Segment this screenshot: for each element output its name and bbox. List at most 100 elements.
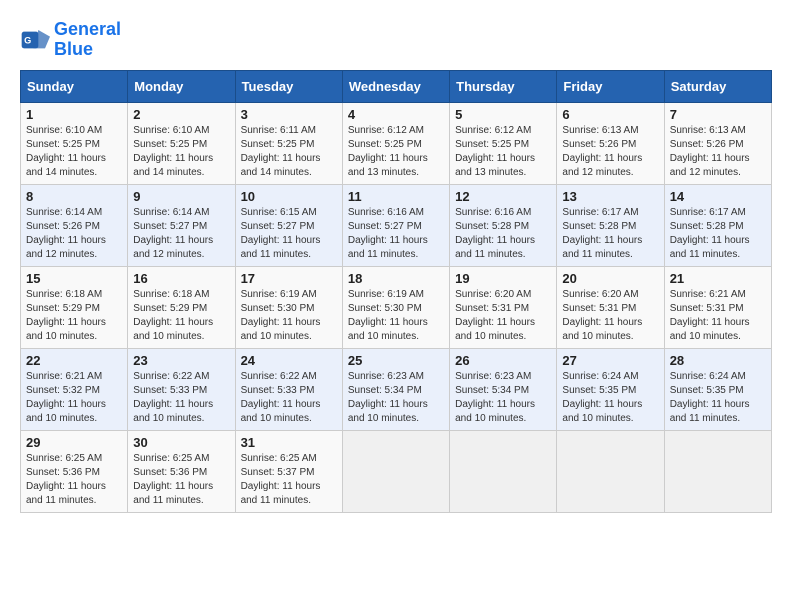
day-info: Sunrise: 6:25 AMSunset: 5:36 PMDaylight:… [133,452,229,508]
day-info: Sunrise: 6:17 AMSunset: 5:28 PMDaylight:… [562,206,658,262]
calendar-day-cell: 20Sunrise: 6:20 AMSunset: 5:31 PMDayligh… [557,266,664,348]
calendar-day-cell: 16 Sunrise: 6:18 AMSunset: 5:29 PMDayligh… [128,266,235,348]
calendar-day-cell [342,430,449,512]
day-number: 24 [241,353,337,368]
day-info: Sunrise: 6:25 AMSunset: 5:37 PMDaylight:… [241,452,337,508]
calendar-body: 1 Sunrise: 6:10 AMSunset: 5:25 PMDaylight… [21,102,772,512]
calendar-day-cell: 23Sunrise: 6:22 AMSunset: 5:33 PMDayligh… [128,348,235,430]
day-number: 27 [562,353,658,368]
day-info: Sunrise: 6:21 AMSunset: 5:32 PMDaylight:… [26,370,122,426]
calendar-week-row: 15 Sunrise: 6:18 AMSunset: 5:29 PMDayligh… [21,266,772,348]
page-header: G GeneralBlue [20,20,772,60]
calendar-day-cell: 26 Sunrise: 6:23 AMSunset: 5:34 PMDayligh… [450,348,557,430]
day-info: Sunrise: 6:14 AMSunset: 5:26 PMDaylight:… [26,206,122,262]
calendar-day-cell [450,430,557,512]
calendar-table: SundayMondayTuesdayWednesdayThursdayFrid… [20,70,772,513]
day-number: 19 [455,271,551,286]
day-info: Sunrise: 6:25 AMSunset: 5:36 PMDaylight:… [26,452,122,508]
calendar-day-cell: 13 Sunrise: 6:17 AMSunset: 5:28 PMDayligh… [557,184,664,266]
calendar-day-cell: 25 Sunrise: 6:23 AMSunset: 5:34 PMDayligh… [342,348,449,430]
calendar-day-cell: 12 Sunrise: 6:16 AMSunset: 5:28 PMDayligh… [450,184,557,266]
day-info: Sunrise: 6:21 AMSunset: 5:31 PMDaylight:… [670,288,766,344]
calendar-day-cell: 17 Sunrise: 6:19 AMSunset: 5:30 PMDayligh… [235,266,342,348]
calendar-day-cell: 18 Sunrise: 6:19 AMSunset: 5:30 PMDayligh… [342,266,449,348]
day-number: 9 [133,189,229,204]
day-number: 25 [348,353,444,368]
calendar-day-cell: 5 Sunrise: 6:12 AMSunset: 5:25 PMDaylight… [450,102,557,184]
day-number: 17 [241,271,337,286]
day-info: Sunrise: 6:12 AMSunset: 5:25 PMDaylight:… [455,124,551,180]
logo-name: GeneralBlue [54,20,121,60]
day-info: Sunrise: 6:10 AMSunset: 5:25 PMDaylight:… [26,124,122,180]
calendar-day-cell: 27 Sunrise: 6:24 AMSunset: 5:35 PMDayligh… [557,348,664,430]
calendar-week-row: 29 Sunrise: 6:25 AMSunset: 5:36 PMDayligh… [21,430,772,512]
day-info: Sunrise: 6:19 AMSunset: 5:30 PMDaylight:… [241,288,337,344]
day-info: Sunrise: 6:16 AMSunset: 5:28 PMDaylight:… [455,206,551,262]
calendar-day-cell: 14 Sunrise: 6:17 AMSunset: 5:28 PMDayligh… [664,184,771,266]
day-number: 4 [348,107,444,122]
calendar-day-cell: 6 Sunrise: 6:13 AMSunset: 5:26 PMDaylight… [557,102,664,184]
weekday-header-row: SundayMondayTuesdayWednesdayThursdayFrid… [21,70,772,102]
calendar-day-cell: 30Sunrise: 6:25 AMSunset: 5:36 PMDayligh… [128,430,235,512]
day-number: 15 [26,271,122,286]
weekday-header-cell: Wednesday [342,70,449,102]
day-info: Sunrise: 6:13 AMSunset: 5:26 PMDaylight:… [670,124,766,180]
day-number: 20 [562,271,658,286]
day-number: 6 [562,107,658,122]
day-number: 23 [133,353,229,368]
calendar-day-cell: 11Sunrise: 6:16 AMSunset: 5:27 PMDayligh… [342,184,449,266]
day-info: Sunrise: 6:17 AMSunset: 5:28 PMDaylight:… [670,206,766,262]
weekday-header-cell: Saturday [664,70,771,102]
calendar-day-cell: 15 Sunrise: 6:18 AMSunset: 5:29 PMDayligh… [21,266,128,348]
calendar-day-cell: 2 Sunrise: 6:10 AMSunset: 5:25 PMDaylight… [128,102,235,184]
day-number: 11 [348,189,444,204]
day-info: Sunrise: 6:13 AMSunset: 5:26 PMDaylight:… [562,124,658,180]
calendar-day-cell: 10 Sunrise: 6:15 AMSunset: 5:27 PMDayligh… [235,184,342,266]
day-number: 2 [133,107,229,122]
calendar-day-cell: 31 Sunrise: 6:25 AMSunset: 5:37 PMDayligh… [235,430,342,512]
calendar-week-row: 1 Sunrise: 6:10 AMSunset: 5:25 PMDaylight… [21,102,772,184]
day-number: 3 [241,107,337,122]
day-info: Sunrise: 6:24 AMSunset: 5:35 PMDaylight:… [562,370,658,426]
calendar-day-cell: 22Sunrise: 6:21 AMSunset: 5:32 PMDayligh… [21,348,128,430]
day-number: 26 [455,353,551,368]
day-info: Sunrise: 6:15 AMSunset: 5:27 PMDaylight:… [241,206,337,262]
day-number: 8 [26,189,122,204]
calendar-day-cell [664,430,771,512]
day-info: Sunrise: 6:19 AMSunset: 5:30 PMDaylight:… [348,288,444,344]
calendar-week-row: 8 Sunrise: 6:14 AMSunset: 5:26 PMDaylight… [21,184,772,266]
calendar-day-cell: 8 Sunrise: 6:14 AMSunset: 5:26 PMDaylight… [21,184,128,266]
day-number: 13 [562,189,658,204]
day-info: Sunrise: 6:23 AMSunset: 5:34 PMDaylight:… [348,370,444,426]
day-info: Sunrise: 6:14 AMSunset: 5:27 PMDaylight:… [133,206,229,262]
day-info: Sunrise: 6:23 AMSunset: 5:34 PMDaylight:… [455,370,551,426]
day-number: 31 [241,435,337,450]
day-info: Sunrise: 6:18 AMSunset: 5:29 PMDaylight:… [133,288,229,344]
day-number: 12 [455,189,551,204]
day-number: 29 [26,435,122,450]
day-info: Sunrise: 6:20 AMSunset: 5:31 PMDaylight:… [455,288,551,344]
day-number: 5 [455,107,551,122]
day-number: 21 [670,271,766,286]
calendar-day-cell: 21 Sunrise: 6:21 AMSunset: 5:31 PMDayligh… [664,266,771,348]
day-number: 18 [348,271,444,286]
logo-icon: G [20,25,50,55]
calendar-day-cell [557,430,664,512]
day-number: 16 [133,271,229,286]
day-info: Sunrise: 6:18 AMSunset: 5:29 PMDaylight:… [26,288,122,344]
day-info: Sunrise: 6:11 AMSunset: 5:25 PMDaylight:… [241,124,337,180]
calendar-day-cell: 7 Sunrise: 6:13 AMSunset: 5:26 PMDaylight… [664,102,771,184]
calendar-day-cell: 29 Sunrise: 6:25 AMSunset: 5:36 PMDayligh… [21,430,128,512]
weekday-header-cell: Sunday [21,70,128,102]
calendar-day-cell: 3 Sunrise: 6:11 AMSunset: 5:25 PMDaylight… [235,102,342,184]
day-number: 7 [670,107,766,122]
day-number: 1 [26,107,122,122]
day-info: Sunrise: 6:10 AMSunset: 5:25 PMDaylight:… [133,124,229,180]
weekday-header-cell: Thursday [450,70,557,102]
calendar-day-cell: 19 Sunrise: 6:20 AMSunset: 5:31 PMDayligh… [450,266,557,348]
day-info: Sunrise: 6:24 AMSunset: 5:35 PMDaylight:… [670,370,766,426]
calendar-day-cell: 9 Sunrise: 6:14 AMSunset: 5:27 PMDaylight… [128,184,235,266]
logo: G GeneralBlue [20,20,121,60]
day-number: 14 [670,189,766,204]
day-number: 10 [241,189,337,204]
